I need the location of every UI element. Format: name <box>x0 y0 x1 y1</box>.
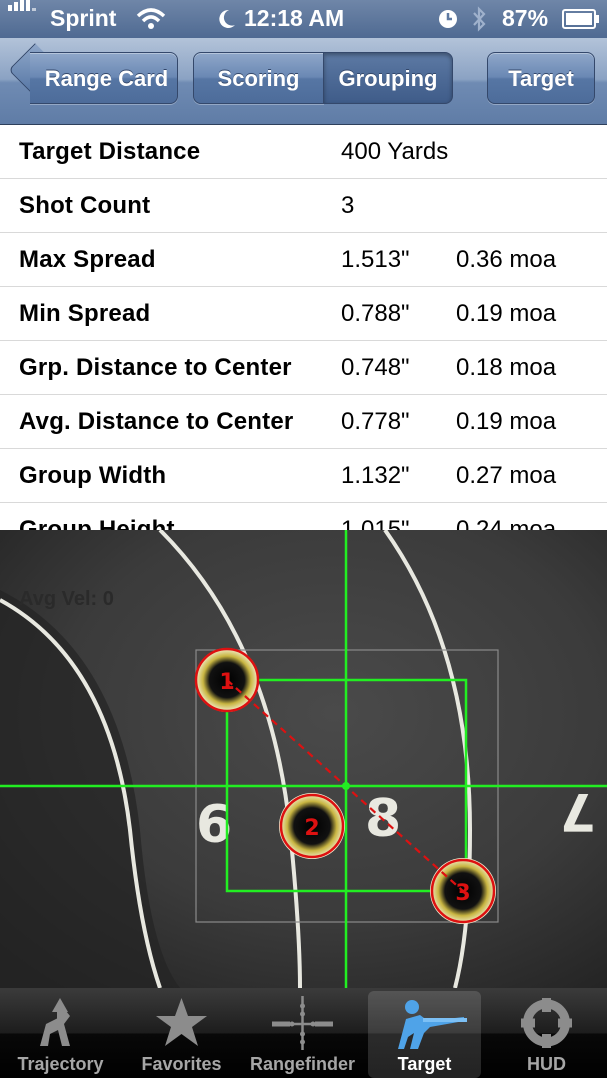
shot-marker-1: 1 <box>219 670 234 695</box>
tab-favorites[interactable]: Favorites <box>121 988 242 1078</box>
range-card-back-button[interactable]: Range Card <box>30 52 178 104</box>
star-icon <box>156 998 207 1046</box>
carrier-label: Sprint <box>50 5 117 31</box>
shot-marker-2: 2 <box>304 816 319 841</box>
tab-label: Favorites <box>141 1054 222 1074</box>
bluetooth-icon <box>473 6 486 32</box>
tab-label: Rangefinder <box>249 1054 355 1074</box>
tab-rangefinder[interactable]: Rangefinder <box>242 988 363 1078</box>
table-row: Target Distance 400 Yards <box>0 125 607 179</box>
table-row: Avg. Distance to Center 0.778" 0.19 moa <box>0 395 607 449</box>
target-button[interactable]: Target <box>487 52 595 104</box>
table-row: Group Width 1.132" 0.27 moa <box>0 449 607 503</box>
trajectory-icon <box>40 998 70 1046</box>
avg-velocity-label: Avg Vel: 0 <box>19 588 114 610</box>
segment-scoring[interactable]: Scoring <box>193 52 324 104</box>
shooter-icon <box>398 1000 467 1049</box>
reticle-icon <box>272 996 333 1050</box>
table-row: Group Height 1.015" 0.24 moa <box>0 503 607 530</box>
table-row: Grp. Distance to Center 0.748" 0.18 moa <box>0 341 607 395</box>
tab-bar: Trajectory Favorites Rangefinder Target <box>0 988 607 1078</box>
tab-trajectory[interactable]: Trajectory <box>0 988 121 1078</box>
shot-marker-3: 3 <box>455 881 470 906</box>
group-stats-table[interactable]: Target Distance 400 Yards Shot Count 3 Max… <box>0 125 607 530</box>
tab-label: Target <box>397 1054 452 1074</box>
table-row: Max Spread 1.513" 0.36 moa <box>0 233 607 287</box>
tab-target[interactable]: Target <box>368 991 481 1078</box>
table-row: Shot Count 3 <box>0 179 607 233</box>
moon-icon <box>219 9 235 28</box>
ring-number-7: 7 <box>560 781 596 841</box>
hud-icon <box>521 998 572 1048</box>
navigation-bar: Range Card Scoring Grouping Target <box>0 38 607 125</box>
target-photo-view[interactable]: 6 8 7 1 2 3 Avg Vel: 0 <box>0 530 607 988</box>
time-label: 12:18 AM <box>244 5 345 31</box>
tab-hud[interactable]: HUD <box>486 988 607 1078</box>
clock-icon <box>439 10 457 28</box>
wifi-icon <box>136 8 166 29</box>
tab-label: HUD <box>527 1054 566 1074</box>
battery-icon <box>562 9 599 29</box>
segment-grouping[interactable]: Grouping <box>323 52 453 104</box>
battery-percent: 87% <box>502 5 549 31</box>
status-bar: Sprint 12:18 AM 87% <box>0 0 607 38</box>
table-row: Min Spread 0.788" 0.19 moa <box>0 287 607 341</box>
tab-label: Trajectory <box>17 1054 104 1074</box>
